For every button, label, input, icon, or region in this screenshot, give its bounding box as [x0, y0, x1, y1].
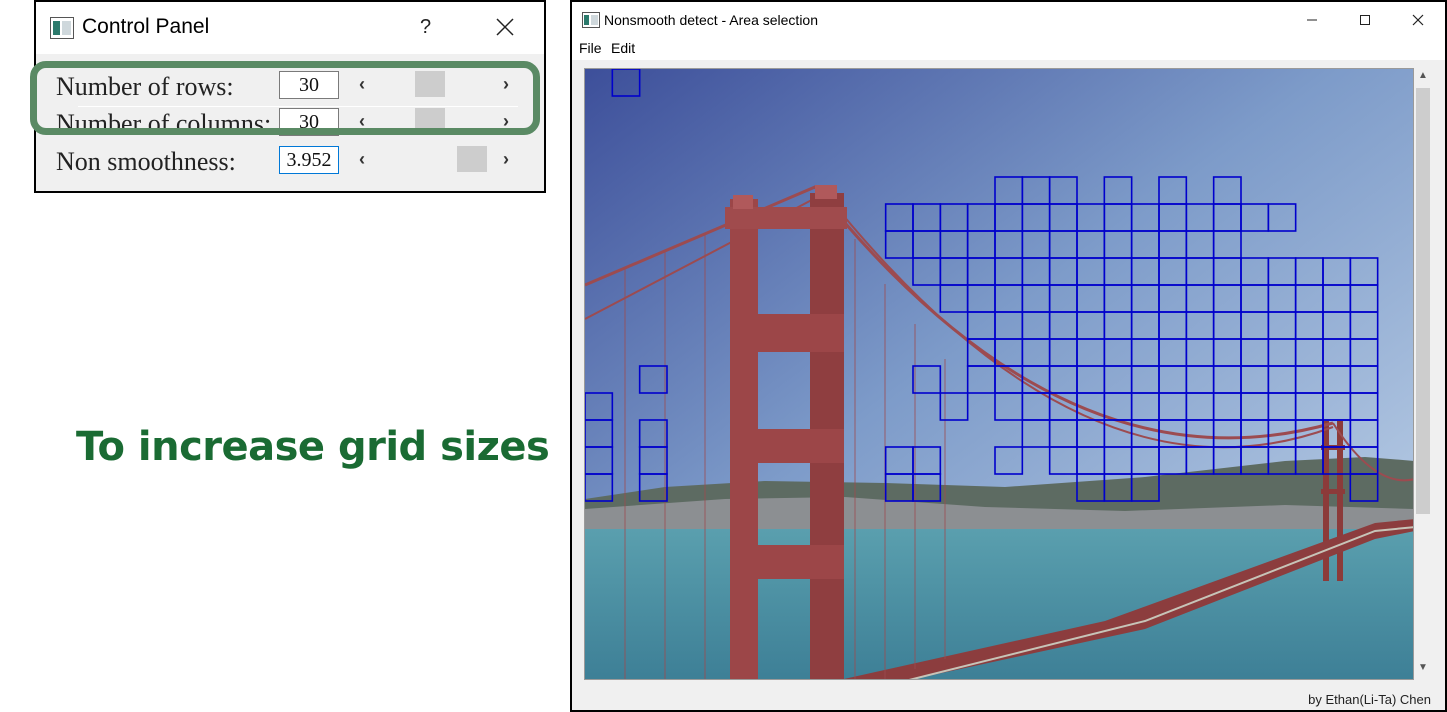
control-panel-titlebar[interactable]: Control Panel ? [36, 2, 544, 54]
nonsmoothness-input[interactable]: 3.952 [279, 146, 339, 174]
minimize-icon[interactable] [1300, 8, 1324, 32]
nonsmoothness-control: Non smoothness: 3.952 ‹ › [36, 143, 544, 180]
image-canvas[interactable] [584, 68, 1414, 680]
main-window: Nonsmooth detect - Area selection File E… [570, 0, 1447, 712]
bridge-photo [585, 69, 1413, 679]
highlight-box [30, 61, 540, 135]
author-credit: by Ethan(Li-Ta) Chen [1308, 692, 1431, 707]
menu-file[interactable]: File [579, 40, 602, 56]
app-icon [50, 17, 74, 39]
nonsmoothness-slider[interactable] [386, 146, 498, 172]
scroll-up-icon[interactable]: ▲ [1414, 70, 1432, 86]
nonsmoothness-increment-icon[interactable]: › [503, 149, 509, 170]
scroll-down-icon[interactable]: ▼ [1414, 662, 1432, 678]
caption: To increase grid sizes [76, 424, 550, 470]
menu-edit[interactable]: Edit [611, 40, 635, 56]
scrollbar-thumb[interactable] [1416, 88, 1430, 514]
close-icon[interactable] [1406, 8, 1430, 32]
app-icon [582, 12, 600, 28]
nonsmoothness-slider-thumb[interactable] [457, 146, 487, 172]
maximize-icon[interactable] [1353, 8, 1377, 32]
vertical-scrollbar[interactable]: ▲ ▼ [1414, 68, 1432, 680]
main-window-title: Nonsmooth detect - Area selection [604, 12, 819, 28]
nonsmoothness-decrement-icon[interactable]: ‹ [359, 149, 365, 170]
main-window-titlebar[interactable]: Nonsmooth detect - Area selection [572, 2, 1445, 38]
help-button[interactable]: ? [420, 16, 431, 39]
menu-bar: File Edit [572, 38, 1445, 60]
close-icon[interactable] [492, 14, 518, 40]
control-panel-title: Control Panel [82, 15, 210, 38]
nonsmoothness-label: Non smoothness: [56, 147, 236, 176]
